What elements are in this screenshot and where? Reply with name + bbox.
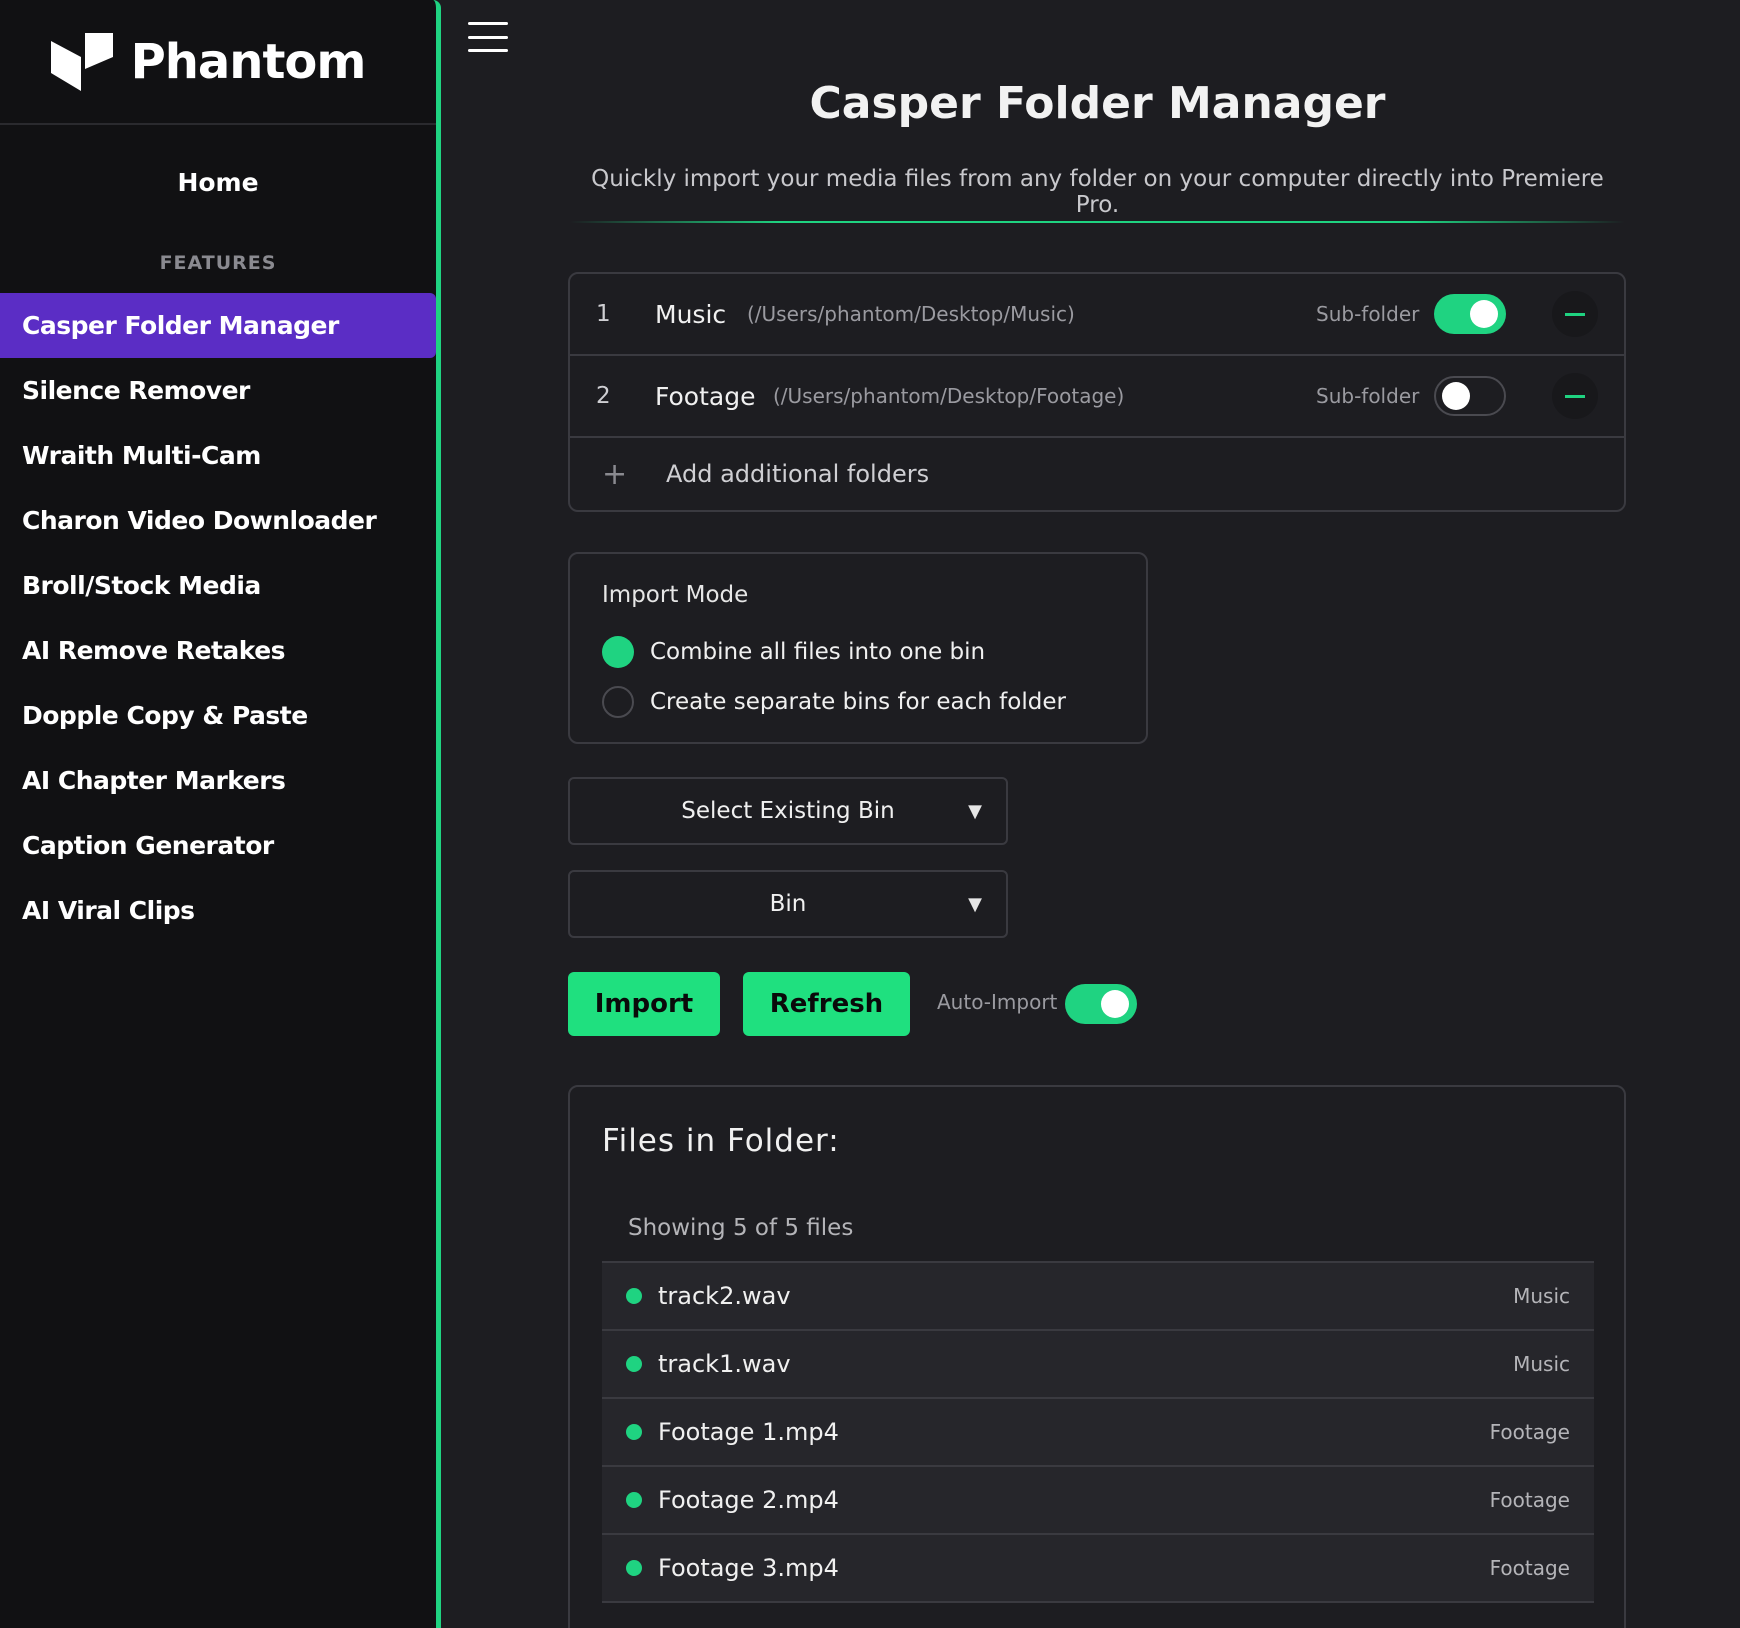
file-folder-tag: Footage [1489,1488,1570,1512]
status-dot-icon [626,1424,642,1440]
dropdown-arrow-icon: ▼ [968,800,982,822]
folder-name: Footage [655,381,756,411]
file-name: Footage 1.mp4 [658,1418,839,1446]
sidebar: Phantom Home FEATURES Casper Folder Mana… [0,0,441,1628]
list-item[interactable]: track1.wav Music [602,1331,1594,1399]
file-name: track2.wav [658,1282,791,1310]
page-subtitle: Quickly import your media files from any… [591,166,1604,218]
radio-separate-bins[interactable]: Create separate bins for each folder [602,686,1066,718]
subfolder-toggle[interactable] [1434,294,1506,334]
auto-import-label: Auto-Import [937,990,1058,1014]
file-folder-tag: Footage [1489,1420,1570,1444]
radio-unselected-icon[interactable] [602,686,634,718]
existing-bin-select[interactable]: Select Existing Bin ▼ [568,777,1008,845]
add-folder-button[interactable]: + Add additional folders [570,438,1624,510]
folder-list: 1 Music (/Users/phantom/Desktop/Music) S… [568,272,1626,512]
sidebar-item-ai-chapter-markers[interactable]: AI Chapter Markers [0,748,436,813]
folder-row: 2 Footage (/Users/phantom/Desktop/Footag… [570,356,1624,438]
list-item[interactable]: Footage 2.mp4 Footage [602,1467,1594,1535]
folder-path: (/Users/phantom/Desktop/Footage) [773,384,1125,408]
status-dot-icon [626,1560,642,1576]
bin-select[interactable]: Bin ▼ [568,870,1008,938]
import-mode-title: Import Mode [602,582,749,608]
file-folder-tag: Music [1513,1352,1570,1376]
file-name: Footage 3.mp4 [658,1554,839,1582]
remove-folder-button[interactable] [1552,291,1598,337]
status-dot-icon [626,1492,642,1508]
sidebar-item-ai-remove-retakes[interactable]: AI Remove Retakes [0,618,436,683]
folder-path: (/Users/phantom/Desktop/Music) [747,302,1075,326]
file-folder-tag: Footage [1489,1556,1570,1580]
sidebar-item-silence-remover[interactable]: Silence Remover [0,358,436,423]
radio-label: Create separate bins for each folder [650,689,1066,715]
sidebar-item-caption-generator[interactable]: Caption Generator [0,813,436,878]
refresh-button[interactable]: Refresh [743,972,910,1036]
minus-icon [1565,394,1585,398]
sidebar-item-casper-folder-manager[interactable]: Casper Folder Manager [0,293,436,358]
sidebar-item-charon-video-downloader[interactable]: Charon Video Downloader [0,488,436,553]
brand-name: Phantom [130,33,367,90]
list-item[interactable]: track2.wav Music [602,1263,1594,1331]
minus-icon [1565,312,1585,316]
folder-name: Music [655,299,727,329]
add-folder-label: Add additional folders [666,460,930,488]
subfolder-label: Sub-folder [1316,384,1420,408]
sidebar-item-dopple-copy-paste[interactable]: Dopple Copy & Paste [0,683,436,748]
import-mode-panel: Import Mode Combine all files into one b… [568,552,1148,744]
status-dot-icon [626,1356,642,1372]
remove-folder-button[interactable] [1552,373,1598,419]
file-name: Footage 2.mp4 [658,1486,839,1514]
folder-index: 2 [596,383,611,409]
file-name: track1.wav [658,1350,791,1378]
select-value: Bin [769,891,807,917]
sidebar-item-ai-viral-clips[interactable]: AI Viral Clips [0,878,436,943]
features-section-label: FEATURES [159,252,277,274]
sidebar-item-wraith-multi-cam[interactable]: Wraith Multi-Cam [0,423,436,488]
sidebar-home-link[interactable]: Home [0,165,436,201]
subfolder-toggle[interactable] [1434,376,1506,416]
sidebar-nav: Casper Folder Manager Silence Remover Wr… [0,293,436,943]
list-item[interactable]: Footage 3.mp4 Footage [602,1535,1594,1603]
folder-index: 1 [596,301,611,327]
page-title: Casper Folder Manager [809,78,1386,129]
radio-label: Combine all files into one bin [650,639,986,665]
status-dot-icon [626,1288,642,1304]
auto-import-toggle[interactable] [1065,984,1137,1024]
folder-row: 1 Music (/Users/phantom/Desktop/Music) S… [570,274,1624,356]
radio-selected-icon[interactable] [602,636,634,668]
file-list: track2.wav Music track1.wav Music Footag… [602,1261,1594,1603]
files-title: Files in Folder: [602,1123,840,1159]
import-button[interactable]: Import [568,972,720,1036]
hamburger-icon[interactable] [468,22,508,52]
file-folder-tag: Music [1513,1284,1570,1308]
list-item[interactable]: Footage 1.mp4 Footage [602,1399,1594,1467]
plus-icon: + [602,456,628,492]
subfolder-label: Sub-folder [1316,302,1420,326]
sidebar-item-broll-stock-media[interactable]: Broll/Stock Media [0,553,436,618]
files-count: Showing 5 of 5 files [628,1215,854,1241]
files-panel: Files in Folder: Showing 5 of 5 files tr… [568,1085,1626,1628]
brand[interactable]: Phantom [0,0,436,125]
radio-combine-bins[interactable]: Combine all files into one bin [602,636,985,668]
select-value: Select Existing Bin [681,798,895,824]
dropdown-arrow-icon: ▼ [968,893,982,915]
phantom-logo-icon [50,32,113,91]
header-divider [570,221,1625,223]
